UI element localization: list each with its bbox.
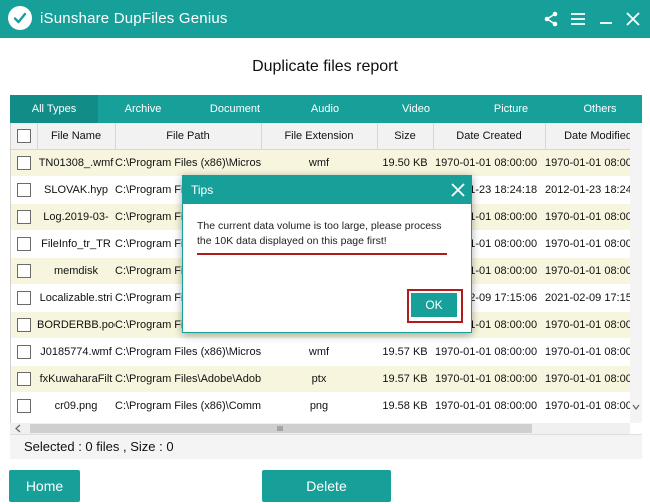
- file-name: BORDERBB.poc: [37, 311, 115, 339]
- file-name: J0185774.wmf: [37, 338, 115, 366]
- row-checkbox[interactable]: [17, 399, 31, 413]
- row-checkbox[interactable]: [17, 237, 31, 251]
- file-size: 19.57 KB: [377, 338, 433, 366]
- date-modified: 1970-01-01 08:00:0: [545, 338, 631, 366]
- horizontal-scrollbar[interactable]: [10, 423, 630, 434]
- select-all-checkbox-cell[interactable]: [11, 123, 38, 150]
- row-checkbox[interactable]: [17, 372, 31, 386]
- date-created: 1970-01-01 08:00:00: [433, 392, 545, 420]
- close-icon[interactable]: [622, 8, 644, 30]
- column-header-file-path[interactable]: File Path: [115, 123, 262, 150]
- highlight-underline: [197, 253, 447, 255]
- dialog-close-icon[interactable]: [449, 181, 467, 199]
- tab-audio[interactable]: Audio: [282, 95, 368, 123]
- file-size: 19.57 KB: [377, 365, 433, 393]
- tab-video[interactable]: Video: [368, 95, 464, 123]
- ok-button[interactable]: OK: [411, 293, 457, 317]
- date-created: 1970-01-01 08:00:00: [433, 365, 545, 393]
- date-modified: 1970-01-01 08:00:0: [545, 365, 631, 393]
- selection-summary: Selected : 0 files , Size : 0: [24, 439, 174, 454]
- date-modified: 2012-01-23 18:24:1: [545, 176, 631, 204]
- vertical-scrollbar[interactable]: [630, 123, 642, 423]
- tab-document[interactable]: Document: [188, 95, 282, 123]
- file-name: fxKuwaharaFilt: [37, 365, 115, 393]
- menu-icon[interactable]: [567, 8, 589, 30]
- file-extension: wmf: [261, 338, 377, 366]
- file-name: TN01308_.wmf: [37, 149, 115, 177]
- row-checkbox[interactable]: [17, 183, 31, 197]
- row-checkbox[interactable]: [17, 264, 31, 278]
- tips-dialog: Tips The current data volume is too larg…: [182, 175, 472, 333]
- file-size: 19.58 KB: [377, 392, 433, 420]
- tab-all-types[interactable]: All Types: [10, 95, 98, 123]
- date-modified: 1970-01-01 08:00:0: [545, 203, 631, 231]
- tab-others[interactable]: Others: [558, 95, 642, 123]
- row-checkbox[interactable]: [17, 210, 31, 224]
- minimize-icon[interactable]: [595, 8, 617, 30]
- row-checkbox[interactable]: [17, 291, 31, 305]
- dialog-message: The current data volume is too large, pl…: [197, 220, 442, 247]
- tab-archive[interactable]: Archive: [98, 95, 188, 123]
- table-row[interactable]: TN01308_.wmf C:\Program Files (x86)\Micr…: [11, 149, 631, 177]
- app-logo-icon: [8, 6, 32, 30]
- column-header-file-extension[interactable]: File Extension: [261, 123, 378, 150]
- select-all-checkbox[interactable]: [16, 129, 31, 143]
- grip-icon: [277, 426, 283, 431]
- file-path: C:\Program Files (x86)\Micros: [115, 338, 261, 366]
- table-row[interactable]: cr09.png C:\Program Files (x86)\Comm png…: [11, 392, 631, 420]
- date-modified: 1970-01-01 08:00:0: [545, 149, 631, 177]
- date-modified: 1970-01-01 08:00:0: [545, 230, 631, 258]
- scroll-left-arrow-icon: [15, 424, 21, 433]
- tab-picture[interactable]: Picture: [464, 95, 558, 123]
- table-row[interactable]: J0185774.wmf C:\Program Files (x86)\Micr…: [11, 338, 631, 366]
- file-path: C:\Program Files (x86)\Micros: [115, 149, 261, 177]
- file-type-tabs: All Types Archive Document Audio Video P…: [10, 95, 642, 123]
- file-name: Localizable.stri: [37, 284, 115, 312]
- file-name: SLOVAK.hyp: [37, 176, 115, 204]
- row-checkbox[interactable]: [17, 318, 31, 332]
- report-title: Duplicate files report: [252, 58, 398, 75]
- date-created: 1970-01-01 08:00:00: [433, 149, 545, 177]
- file-extension: ptx: [261, 365, 377, 393]
- delete-button[interactable]: Delete: [262, 470, 391, 502]
- file-path: C:\Program Files\Adobe\Adobe: [115, 365, 261, 393]
- horizontal-scrollbar-thumb[interactable]: [30, 424, 532, 433]
- file-extension: png: [261, 392, 377, 420]
- scroll-down-arrow-icon: [632, 404, 640, 410]
- row-checkbox[interactable]: [17, 345, 31, 359]
- file-name: cr09.png: [37, 392, 115, 420]
- share-icon[interactable]: [540, 8, 562, 30]
- date-created: 1970-01-01 08:00:00: [433, 338, 545, 366]
- title-bar: iSunshare DupFiles Genius: [0, 0, 650, 38]
- file-extension: wmf: [261, 149, 377, 177]
- column-header-date-modified[interactable]: Date Modified: [545, 123, 631, 150]
- row-checkbox[interactable]: [17, 156, 31, 170]
- dialog-title: Tips: [191, 183, 214, 197]
- date-modified: 2021-02-09 17:15:0: [545, 284, 631, 312]
- date-modified: 1970-01-01 08:00:0: [545, 392, 631, 420]
- status-bar: Selected : 0 files , Size : 0: [10, 434, 642, 459]
- date-modified: 1970-01-01 08:00:0: [545, 311, 631, 339]
- column-header-date-created[interactable]: Date Created: [433, 123, 546, 150]
- file-name: Log.2019-03-: [37, 203, 115, 231]
- file-size: 19.50 KB: [377, 149, 433, 177]
- file-path: C:\Program Files (x86)\Comm: [115, 392, 261, 420]
- home-button[interactable]: Home: [9, 470, 80, 502]
- dialog-header: Tips: [183, 176, 471, 204]
- file-name: memdisk: [37, 257, 115, 285]
- app-title: iSunshare DupFiles Genius: [40, 10, 228, 27]
- column-header-size[interactable]: Size: [377, 123, 434, 150]
- column-header-file-name[interactable]: File Name: [37, 123, 116, 150]
- file-name: FileInfo_tr_TR: [37, 230, 115, 258]
- date-modified: 1970-01-01 08:00:0: [545, 257, 631, 285]
- table-row[interactable]: fxKuwaharaFilt C:\Program Files\Adobe\Ad…: [11, 365, 631, 393]
